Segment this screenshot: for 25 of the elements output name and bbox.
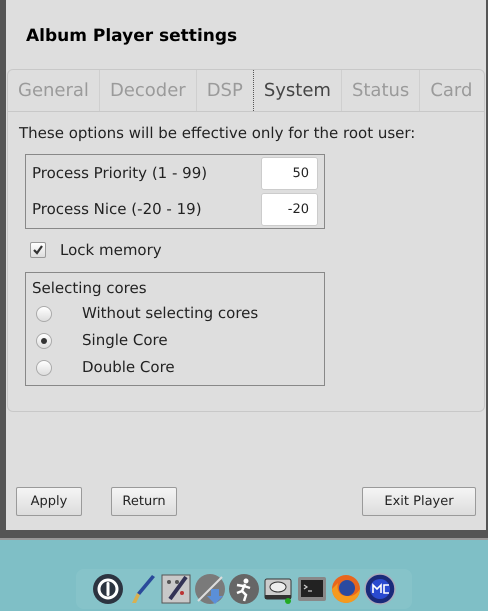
commander-icon[interactable] [364, 573, 396, 605]
download-icon[interactable] [194, 573, 226, 605]
push-button[interactable]: Return [111, 487, 177, 516]
radio-button[interactable] [36, 360, 52, 376]
push-button[interactable]: Apply [16, 487, 82, 516]
group-title: Selecting cores [32, 278, 148, 299]
radio-label: Without selecting cores [82, 303, 258, 324]
notice-text: These options will be effective only for the root user: [19, 123, 416, 144]
checkbox[interactable] [30, 242, 46, 258]
number-field[interactable]: -20 [261, 192, 318, 226]
push-button[interactable]: Exit Player [362, 487, 476, 516]
power-icon[interactable] [92, 573, 124, 605]
tab[interactable]: System [252, 70, 341, 111]
runner-icon[interactable] [228, 573, 260, 605]
number-field[interactable]: 50 [261, 156, 318, 190]
tools-icon[interactable] [160, 573, 192, 605]
radio-label: Single Core [82, 330, 168, 352]
radio-button[interactable] [36, 306, 52, 322]
radio-button[interactable] [36, 332, 52, 348]
field-label: Process Nice (-20 - 19) [32, 198, 202, 220]
radio-label: Double Core [82, 357, 175, 378]
browser-icon[interactable] [330, 573, 362, 605]
field-label: Process Priority (1 - 99) [32, 162, 208, 184]
window-title: Album Player settings [26, 25, 238, 48]
checkbox-label: Lock memory [60, 240, 162, 260]
